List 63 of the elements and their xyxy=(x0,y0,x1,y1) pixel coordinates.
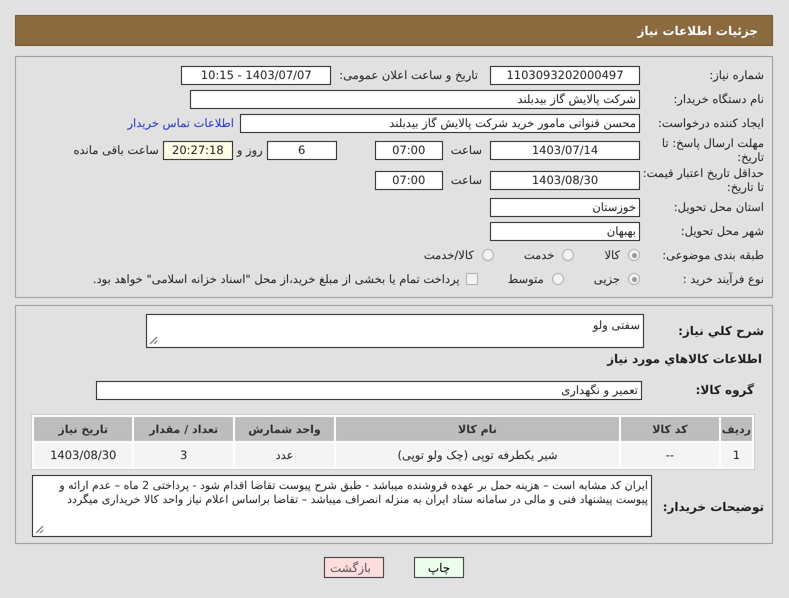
days-field: 6 xyxy=(266,140,337,160)
table-cell: -- xyxy=(620,443,719,467)
radio-button[interactable] xyxy=(562,249,574,261)
deadline-time-field: 07:00 xyxy=(374,140,443,160)
option-label: کالا xyxy=(604,248,620,262)
field-label: نام دستگاه خریدار: xyxy=(672,92,765,106)
column-header: تعداد / مقدار xyxy=(134,417,233,441)
validity-date-field: 1403/08/30 xyxy=(490,170,640,190)
radio-button[interactable] xyxy=(482,249,494,261)
need-number-field: 1103093202000497 xyxy=(490,66,640,84)
city-field: بهبهان xyxy=(490,222,640,240)
field-label: مهلت ارسال پاسخ: تا تاریخ: xyxy=(660,136,765,164)
column-header: کد کالا xyxy=(620,417,719,441)
goods-group-field: تعمیر و نگهداری xyxy=(96,380,642,400)
field-label: توضیحات خریدار: xyxy=(662,499,765,514)
checkbox[interactable] xyxy=(466,273,478,285)
column-header: تاریخ نیاز xyxy=(34,417,132,441)
table-cell: 1403/08/30 xyxy=(34,443,132,467)
payment-note: پرداخت تمام یا بخشی از مبلغ خرید،از محل "اسناد خزانه اسلامی" خواهد بود. xyxy=(92,272,460,286)
province-field: خوزستان xyxy=(490,198,640,216)
resize-grip-icon[interactable] xyxy=(35,525,44,534)
field-label: شماره نیاز: xyxy=(708,68,765,82)
buyer-field: شرکت پالایش گاز بیدبلند xyxy=(190,90,640,108)
radio-button[interactable] xyxy=(628,249,640,261)
column-header: نام کالا xyxy=(336,417,619,441)
field-label: طبقه بندی موضوعی: xyxy=(661,248,765,262)
field-label: تاریخ و ساعت اعلان عمومی: xyxy=(338,68,479,82)
table-cell: عدد xyxy=(234,443,334,467)
time-label: ساعت xyxy=(450,143,483,157)
table-cell: شیر یکطرفه توپی (چک ولو توپی) xyxy=(336,443,619,467)
remaining-label: ساعت باقی مانده xyxy=(72,143,160,157)
field-label: شهر محل تحویل: xyxy=(680,224,765,238)
resize-grip-icon[interactable] xyxy=(149,336,158,345)
print-button[interactable]: چاپ xyxy=(414,557,464,578)
table-cell: 1 xyxy=(720,443,752,467)
option-label: کالا/خدمت xyxy=(424,248,474,262)
validity-time-field: 07:00 xyxy=(374,170,443,190)
deadline-date-field: 1403/07/14 xyxy=(490,140,640,160)
field-label: استان محل تحویل: xyxy=(672,200,765,214)
section-heading: اطلاعات كالاهاي مورد نياز xyxy=(607,352,763,366)
option-label: متوسط xyxy=(508,272,544,286)
contact-link[interactable]: اطلاعات تماس خریدار xyxy=(127,116,234,130)
time-label: ساعت xyxy=(450,173,483,187)
table-cell: 3 xyxy=(134,443,233,467)
notes-field[interactable]: ایران کد مشابه است – هزینه حمل بر عهده فروشنده میباشد - طبق شرح پیوست تقاضا اقدام شود - پرداختی 2 ماه – عدم ارائه و پیوست پیشنهاد فنی و مالی در سامانه ستاد ایران به منزله انصراف میباشد – تقاضا براساس اعلام نیاز واحد کالا خریداری میگردد xyxy=(32,475,652,537)
creator-field: محسن قنواتی مامور خرید شرکت پالایش گاز بیدبلند xyxy=(240,114,640,132)
option-label: جزیی xyxy=(594,272,620,286)
page-header: جزئیات اطلاعات نیاز xyxy=(15,15,773,46)
field-label: ایجاد کننده درخواست: xyxy=(657,116,765,130)
column-header: ردیف xyxy=(720,417,752,441)
field-label: گروه کالا: xyxy=(694,383,755,397)
back-button[interactable]: بازگشت xyxy=(324,557,384,578)
field-label: نوع فرآیند خرید : xyxy=(682,272,765,286)
field-label: شرح کلي نياز: xyxy=(677,324,765,338)
column-header: واحد شمارش xyxy=(234,417,334,441)
radio-button[interactable] xyxy=(552,273,564,285)
days-label: روز و xyxy=(235,143,264,157)
description-field[interactable]: سفتی ولو xyxy=(146,314,644,348)
field-label: حداقل تاریخ اعتبار قیمت: تا تاریخ: xyxy=(642,166,765,194)
remaining-time-field: 20:27:18 xyxy=(162,140,233,160)
radio-button[interactable] xyxy=(628,273,640,285)
announce-date-field: 1403/07/07 - 10:15 xyxy=(181,66,332,84)
option-label: خدمت xyxy=(524,248,554,262)
